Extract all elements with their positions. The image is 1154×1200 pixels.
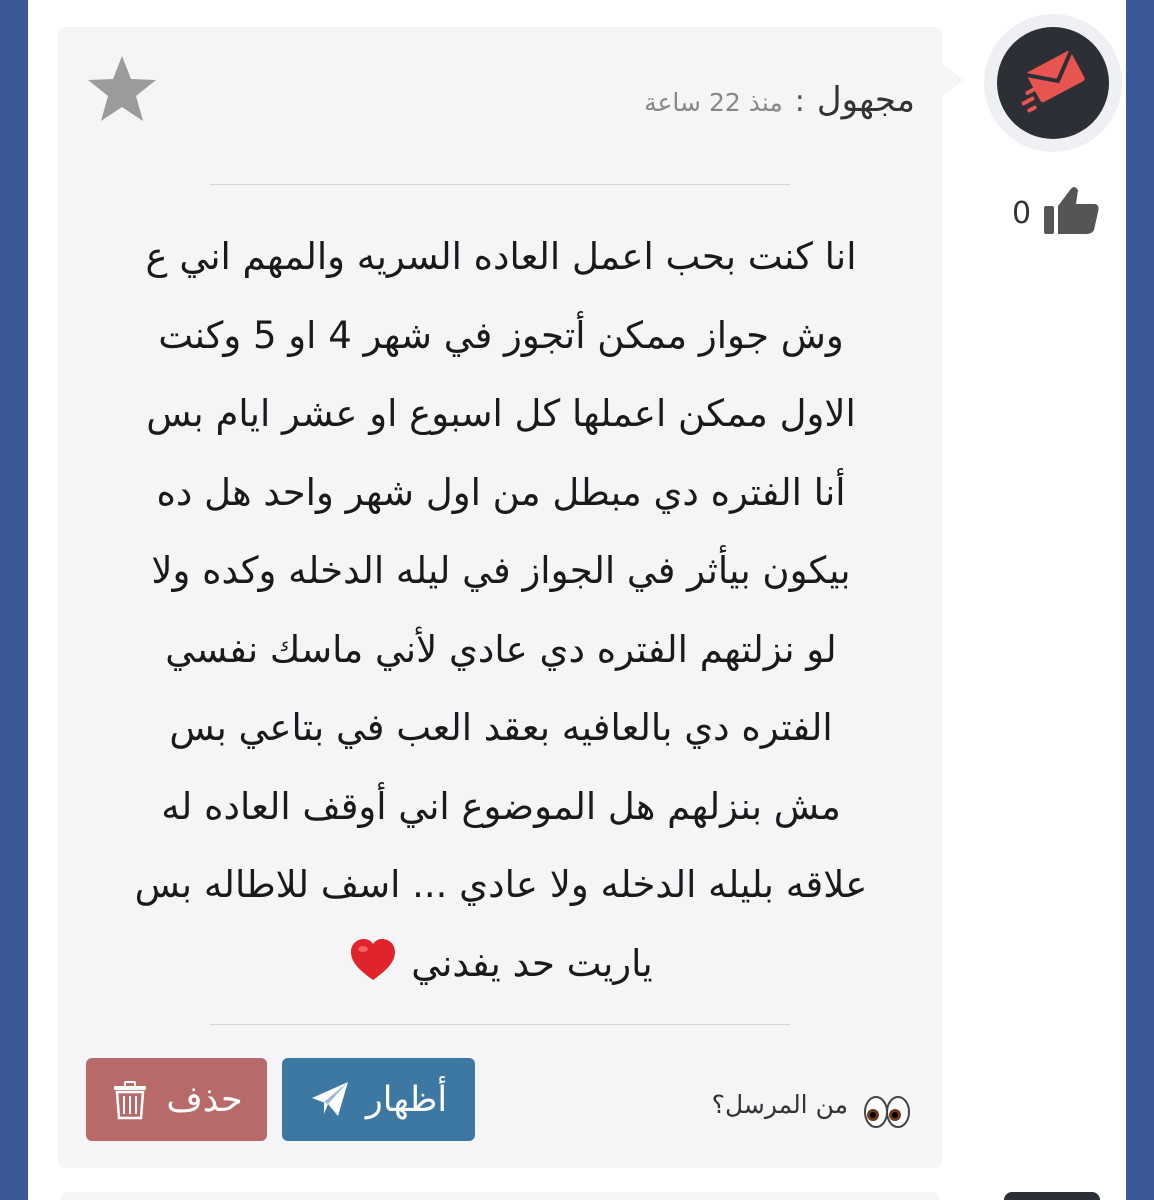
thumbs-up-icon[interactable]: [1040, 182, 1104, 238]
post-time: منذ 22 ساعة: [644, 88, 783, 117]
message-body: انا كنت بحب اعمل العاده السريه والمهم ان…: [88, 218, 914, 1003]
page-frame-right: [1126, 0, 1154, 1200]
message-line-last: ياريت حد يفدني: [88, 925, 914, 1004]
message-line: أنا الفتره دي مبطل من اول شهر واحد هل ده: [156, 470, 846, 514]
message-line: علاقه بليله الدخله ولا عادي ... اسف للاط…: [134, 863, 868, 906]
like-count: 0: [1012, 196, 1032, 231]
message-line: مش بنزلهم هل الموضوع اني أوقف العاده له: [161, 784, 841, 828]
message-line: الفتره دي بالعافيه بعقد العب في بتاعي بس: [169, 706, 833, 749]
like-widget[interactable]: 0: [1008, 182, 1108, 238]
paper-plane-icon: [311, 1081, 348, 1116]
eyes-icon: [864, 1096, 910, 1128]
next-avatar-edge: [1004, 1192, 1100, 1200]
delete-button-label: حذف: [166, 1079, 243, 1120]
show-button-label: أظهار: [365, 1079, 448, 1120]
envelope-logo-icon: [1021, 50, 1085, 113]
message-line-text: ياريت حد يفدني: [411, 941, 653, 985]
page-frame-left: [0, 0, 28, 1200]
sender-label: من المرسل؟: [711, 1090, 848, 1119]
next-card-edge: [60, 1192, 940, 1200]
avatar[interactable]: [997, 27, 1109, 139]
divider-bottom: [210, 1024, 790, 1025]
delete-button[interactable]: حذف: [86, 1058, 267, 1141]
header-separator: :: [794, 84, 805, 119]
card-pointer: [940, 62, 964, 98]
message-line: لو نزلتهم الفتره دي عادي لأني ماسك نفسي: [165, 627, 837, 671]
show-sender-button[interactable]: أظهار: [282, 1058, 475, 1141]
star-icon[interactable]: [84, 52, 160, 128]
trash-icon: [114, 1080, 147, 1119]
divider-top: [210, 184, 790, 185]
post-header: مجهول: منذ 22 ساعة: [580, 80, 915, 130]
heart-icon: [351, 938, 396, 980]
message-line: انا كنت بحب اعمل العاده السريه والمهم ان…: [145, 235, 857, 278]
message-line: وش جواز ممكن أتجوز في شهر 4 او 5 وكنت: [158, 313, 844, 357]
sender-reveal-hint: من المرسل؟: [700, 1086, 912, 1136]
message-line: الاول ممكن اعملها كل اسبوع او عشر ايام ب…: [146, 392, 856, 435]
author-name: مجهول: [816, 80, 915, 120]
message-line: بيكون بيأثر في الجواز في ليله الدخله وكد…: [151, 549, 851, 592]
